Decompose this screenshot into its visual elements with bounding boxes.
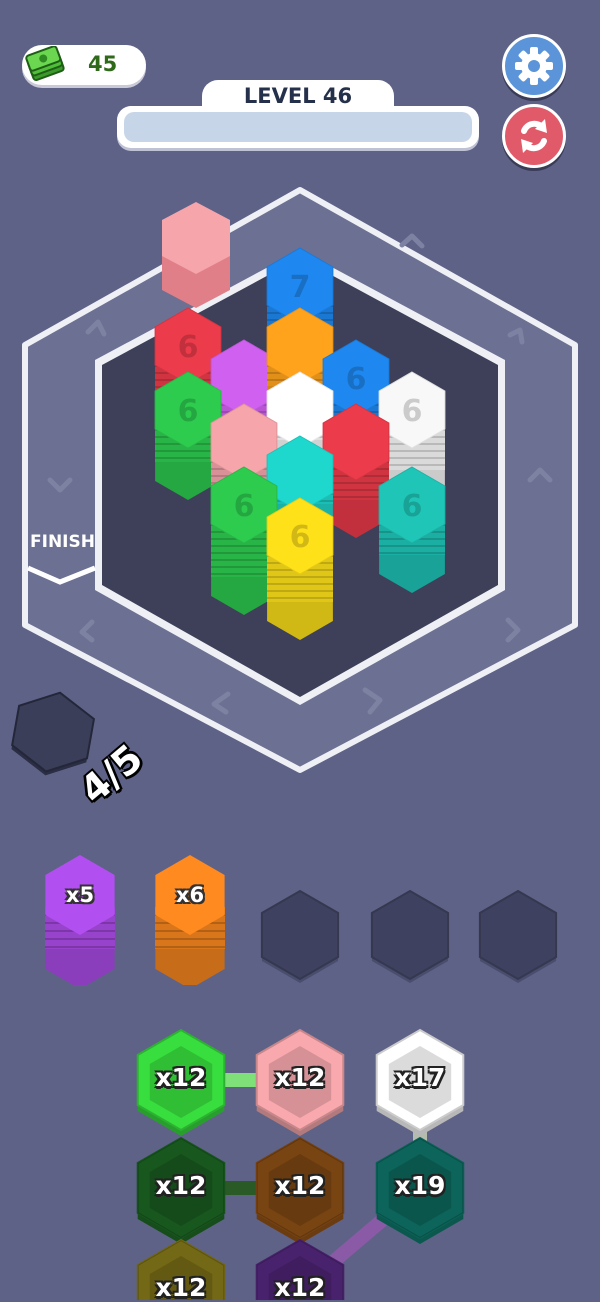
tray-stack-label: x6	[175, 883, 205, 907]
settings-button[interactable]	[502, 34, 566, 98]
incoming-stack	[162, 202, 230, 308]
cell-count: 6	[346, 362, 367, 397]
cell-count: 6	[178, 394, 199, 429]
color-bin-label: x12	[274, 1273, 326, 1302]
cell-count: 7	[290, 270, 311, 305]
tray	[45, 855, 558, 985]
cell-count: 6	[402, 394, 423, 429]
cell-count: 6	[234, 489, 255, 524]
board-cell-yellow[interactable]: 6	[266, 497, 334, 640]
color-bins	[136, 1028, 465, 1300]
color-bin-label: x12	[155, 1171, 207, 1200]
level-title: LEVEL 46	[243, 84, 353, 108]
restart-icon	[521, 119, 547, 153]
tray-stack-2[interactable]	[155, 855, 225, 985]
gear-icon	[515, 47, 553, 85]
restart-button[interactable]	[502, 104, 566, 168]
tray-slot-empty[interactable]	[260, 889, 340, 983]
cash-icon	[25, 46, 65, 82]
color-bin-label: x12	[274, 1063, 326, 1092]
cell-count: 6	[178, 330, 199, 365]
finish-label: FINISH	[30, 532, 95, 552]
color-bin-label: x12	[155, 1273, 207, 1302]
cell-count: 6	[290, 520, 311, 555]
color-bin-label: x19	[394, 1171, 446, 1200]
tray-stack-label: x5	[65, 883, 95, 907]
color-bin-label: x12	[155, 1063, 207, 1092]
cash-value: 45	[88, 52, 118, 76]
tray-slot-empty[interactable]	[370, 889, 450, 983]
cell-count: 6	[402, 489, 423, 524]
color-bin-label: x17	[394, 1063, 446, 1092]
tray-stack-1[interactable]	[45, 855, 115, 985]
level-progress-track	[124, 112, 472, 142]
tray-slot-empty[interactable]	[478, 889, 558, 983]
board-cell-teal-right[interactable]: 6	[378, 466, 446, 593]
color-bin-label: x12	[274, 1171, 326, 1200]
